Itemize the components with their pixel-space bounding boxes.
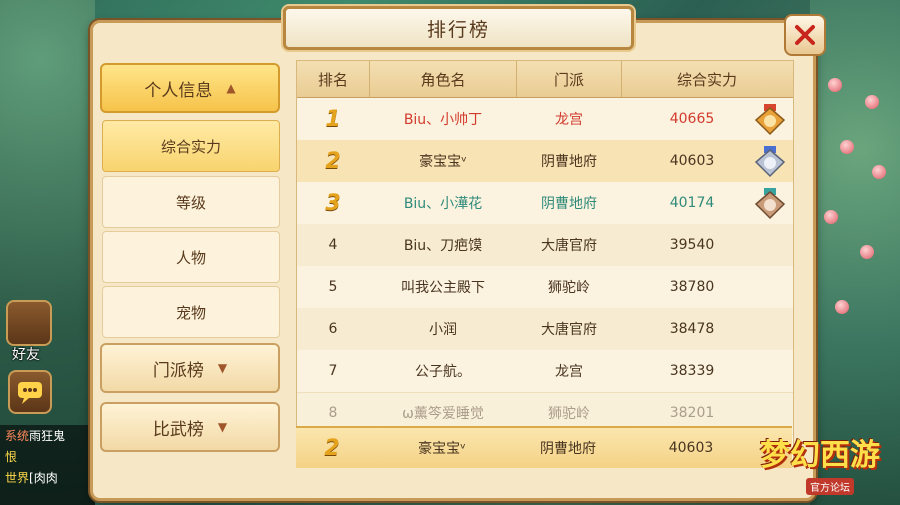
chat-tag: 世界 [5, 471, 30, 485]
menu-category-label: 比武榜 [152, 419, 204, 440]
rank-number: 8 [328, 405, 338, 421]
ranking-table[interactable]: 排名 角色名 门派 综合实力 1 Biu、小帅丁 龙宫 40665 2 豪宝宝ᵛ… [296, 60, 794, 467]
logo-subtitle: 官方论坛 [806, 478, 854, 495]
rank-number: 1 [325, 106, 341, 132]
player-power: 40603 [669, 153, 715, 169]
chat-tag: 系统 [5, 429, 30, 443]
menu-category-arena-rank[interactable]: 比武榜 ▼ [100, 402, 280, 452]
chat-text: 恨 [5, 450, 18, 464]
rank-number: 2 [325, 148, 341, 174]
menu-item-label: 宠物 [175, 303, 206, 322]
player-school: 阴曹地府 [540, 441, 596, 457]
menu-item-character[interactable]: 人物 [102, 231, 280, 283]
table-row[interactable]: 6 小润 大唐官府 38478 [297, 308, 793, 351]
rank-number: 4 [328, 237, 338, 253]
peach-decoration [840, 140, 854, 154]
game-logo: 梦幻西游 官方论坛 [760, 430, 895, 502]
title-plaque: 排行榜 [283, 6, 634, 50]
player-name: Biu、小澕花 [403, 196, 483, 212]
column-header-rank: 排名 [297, 61, 370, 97]
chat-text: 雨狂鬼 [29, 429, 66, 443]
player-school: 大唐官府 [541, 238, 597, 254]
menu-item-label: 人物 [175, 248, 206, 267]
table-row[interactable]: 1 Biu、小帅丁 龙宫 40665 [297, 98, 793, 141]
rank-number: 2 [324, 435, 340, 461]
player-power: 38478 [669, 321, 715, 337]
player-power: 40665 [669, 111, 715, 127]
player-power: 39540 [669, 237, 715, 253]
bronze-medal-icon [754, 188, 786, 220]
menu-category-school-rank[interactable]: 门派榜 ▼ [100, 343, 280, 393]
menu-item-label: 等级 [175, 193, 206, 212]
menu-item-overall-power[interactable]: 综合实力 [102, 120, 280, 172]
column-header-school: 门派 [517, 61, 622, 97]
peach-decoration [828, 78, 842, 92]
player-name: 小润 [429, 322, 457, 338]
player-school: 龙宫 [555, 112, 583, 128]
peach-decoration [872, 165, 886, 179]
silver-medal-icon [754, 146, 786, 178]
chat-text: [肉肉 [29, 471, 58, 485]
menu-category-personal-info[interactable]: 个人信息 ▲ [100, 63, 280, 113]
peach-decoration [835, 300, 849, 314]
table-header: 排名 角色名 门派 综合实力 [297, 61, 793, 98]
player-power: 38780 [669, 279, 715, 295]
rank-number: 5 [328, 279, 338, 295]
player-school: 阴曹地府 [541, 196, 597, 212]
column-header-name: 角色名 [370, 61, 517, 97]
chat-line: 世界[肉肉 [0, 467, 95, 488]
chat-line: 系统雨狂鬼 [0, 425, 95, 446]
menu-category-label: 个人信息 [144, 80, 213, 101]
window-title: 排行榜 [426, 18, 490, 41]
table-row[interactable]: 7 公子航。 龙宫 38339 [297, 350, 793, 393]
menu-item-level[interactable]: 等级 [102, 176, 280, 228]
rank-number: 7 [328, 363, 338, 379]
player-name: Biu、刀疤馍 [403, 238, 483, 254]
close-icon [795, 25, 815, 45]
player-power: 40603 [668, 440, 714, 456]
player-name: 叫我公主殿下 [401, 280, 485, 296]
friend-label[interactable]: 好友 [12, 344, 40, 364]
chevron-down-icon: ▼ [217, 361, 228, 375]
player-power: 40174 [669, 195, 715, 211]
peach-decoration [860, 245, 874, 259]
player-name: Biu、小帅丁 [403, 112, 483, 128]
player-school: 狮驼岭 [548, 280, 590, 296]
peach-decoration [865, 95, 879, 109]
rank-number: 6 [328, 321, 338, 337]
player-name: 豪宝宝ᵛ [419, 154, 467, 170]
menu-item-label: 综合实力 [160, 137, 221, 156]
gold-medal-icon [754, 104, 786, 136]
player-school: 龙宫 [555, 364, 583, 380]
table-row[interactable]: 2 豪宝宝ᵛ 阴曹地府 40603 [297, 140, 793, 183]
peach-decoration [824, 210, 838, 224]
player-school: 大唐官府 [541, 322, 597, 338]
table-row[interactable]: 4 Biu、刀疤馍 大唐官府 39540 [297, 224, 793, 267]
player-school: 阴曹地府 [541, 154, 597, 170]
player-power: 38339 [669, 363, 715, 379]
menu-item-pet[interactable]: 宠物 [102, 286, 280, 338]
friend-avatar-icon[interactable] [6, 300, 52, 346]
chevron-down-icon: ▼ [217, 420, 228, 434]
chat-bubble-icon[interactable] [8, 370, 52, 414]
player-name: 豪宝宝ᵛ [418, 441, 466, 457]
column-header-power: 综合实力 [676, 70, 737, 89]
table-row[interactable]: 5 叫我公主殿下 狮驼岭 38780 [297, 266, 793, 309]
table-row[interactable]: 3 Biu、小澕花 阴曹地府 40174 [297, 182, 793, 225]
menu-category-label: 门派榜 [152, 360, 204, 381]
close-button[interactable] [784, 14, 826, 56]
my-rank-row[interactable]: 2 豪宝宝ᵛ 阴曹地府 40603 [296, 426, 792, 468]
chevron-up-icon: ▲ [226, 81, 236, 95]
chat-line: 恨 [0, 446, 95, 467]
logo-title: 梦幻西游 [760, 438, 880, 473]
rank-number: 3 [325, 190, 341, 216]
player-name: 公子航。 [415, 364, 471, 380]
chat-panel[interactable]: 系统雨狂鬼 恨 世界[肉肉 [0, 425, 95, 505]
